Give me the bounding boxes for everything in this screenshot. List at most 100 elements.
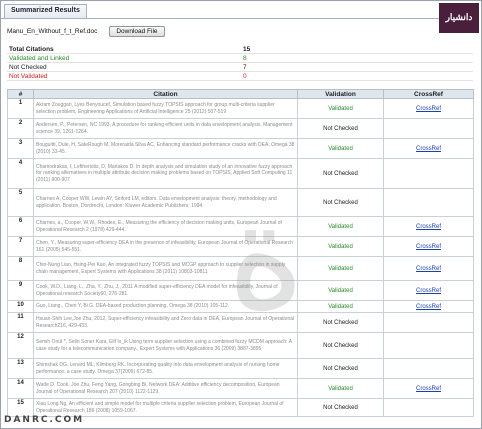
crossref-cell	[383, 398, 474, 417]
download-file-button[interactable]: Download File	[109, 25, 165, 37]
citation-number: 10	[7, 300, 34, 313]
citation-number: 7	[7, 236, 34, 257]
citation-number: 12	[7, 332, 34, 359]
summary-label: Validated and Linked	[7, 53, 241, 63]
citation-number: 5	[7, 188, 34, 217]
summary-value: 0	[241, 71, 473, 81]
table-row: 10 Guo, Liang., Chen Y, Bi G. DEA-based p…	[7, 300, 474, 313]
crossref-link[interactable]: CrossRef	[416, 266, 441, 272]
summary-row: Not Validated 0	[7, 71, 473, 81]
citation-number: 1	[7, 98, 34, 119]
crossref-cell	[383, 358, 474, 379]
validation-status: Validated	[297, 216, 384, 237]
summary-row: Not Checked 7	[7, 62, 473, 72]
citation-number: 2	[7, 118, 34, 139]
validation-status: Not Checked	[297, 158, 384, 189]
citation-text: Xiao Long Ng, An efficient and simple mo…	[33, 398, 298, 417]
citation-number: 13	[7, 358, 34, 379]
citation-text: Shimshak DG, Lenard ML, Klimberg RK. Inc…	[33, 358, 298, 379]
citations-table: # Citation Validation CrossRef 1 Akram Zo…	[7, 89, 474, 417]
citation-text: Chen, Y., Measuring super-efficiency DEA…	[33, 236, 298, 257]
crossref-cell	[383, 118, 474, 139]
table-row: 9 Cook, W.D., Liang, L., Zha, Y., Zhu, J.…	[7, 280, 474, 301]
citation-number: 11	[7, 312, 34, 333]
summary-value: 15	[241, 45, 473, 54]
table-row: 6 Charnes, a., Cooper, W.W., Rhodes, E., …	[7, 216, 474, 237]
validation-status: Validated	[297, 378, 384, 399]
citation-number: 3	[7, 138, 34, 159]
summary-row: Validated and Linked 8	[7, 53, 473, 63]
crossref-cell	[383, 332, 474, 359]
footer-brand: DANRC.COM	[4, 415, 85, 425]
citation-text: Charnes, a., Cooper, W.W., Rhodes, E., M…	[33, 216, 298, 237]
crossref-cell: CrossRef	[383, 256, 474, 281]
crossref-cell: CrossRef	[383, 138, 474, 159]
toolbar: Manu_En_Without_f_t_Ref.doc Download Fil…	[7, 25, 165, 37]
table-row: 11 Hsuan-Shih Lee,Joe Zhu, 2012, Super-ef…	[7, 312, 474, 333]
table-header-row: # Citation Validation CrossRef	[7, 89, 474, 99]
validation-status: Validated	[297, 138, 384, 159]
table-row: 8 Chin-Nung Liao, Hsing-Pei Kao, An integ…	[7, 256, 474, 281]
citations-body: 1 Akram Zouggari, Lyes Benyoucef, Simulat…	[7, 98, 474, 417]
column-header-citation: Citation	[33, 89, 298, 99]
citation-number: 8	[7, 256, 34, 281]
summary-value: 8	[241, 53, 473, 63]
validation-status: Not Checked	[297, 358, 384, 379]
citation-text: Bouguitti, Dule, H, SateRough M, Morerai…	[33, 138, 298, 159]
tab-summarized-results[interactable]: Summarized Results	[4, 4, 87, 18]
table-row: 2 Andersen, P., Petersen, NC 1993, A proc…	[7, 118, 474, 139]
citation-text: Guo, Liang., Chen Y, Bi G. DEA-based pro…	[33, 300, 298, 313]
table-row: 14 Wade D. Cook, Joe Zhu, Feng Yang, Gong…	[7, 378, 474, 399]
summary-row: Total Citations 15	[7, 45, 473, 54]
column-header-crossref: CrossRef	[383, 89, 474, 99]
summary-label: Total Citations	[7, 45, 241, 54]
crossref-link[interactable]: CrossRef	[416, 288, 441, 294]
table-row: 13 Shimshak DG, Lenard ML, Klimberg RK. I…	[7, 358, 474, 379]
validation-status: Not Checked	[297, 188, 384, 217]
file-name: Manu_En_Without_f_t_Ref.doc	[7, 27, 98, 35]
results-window: Summarized Results Manu_En_Without_f_t_R…	[0, 0, 482, 429]
validation-status: Validated	[297, 280, 384, 301]
validation-status: Validated	[297, 98, 384, 119]
crossref-link[interactable]: CrossRef	[416, 106, 441, 112]
citation-number: 9	[7, 280, 34, 301]
tab-divider	[1, 18, 441, 19]
table-row: 7 Chen, Y., Measuring super-efficiency DE…	[7, 236, 474, 257]
citation-text: Andersen, P., Petersen, NC 1993, A proce…	[33, 118, 298, 139]
crossref-link[interactable]: CrossRef	[416, 244, 441, 250]
validation-status: Validated	[297, 300, 384, 313]
citation-number: 15	[7, 398, 34, 417]
citation-text: Charnes A, Cooper WW, Lewin AY, Seiford …	[33, 188, 298, 217]
crossref-cell: CrossRef	[383, 300, 474, 313]
citation-number: 4	[7, 158, 34, 189]
crossref-cell: CrossRef	[383, 98, 474, 119]
citation-text: Cook, W.D., Liang, L., Zha, Y., Zhu, J.,…	[33, 280, 298, 301]
crossref-link[interactable]: CrossRef	[416, 304, 441, 310]
citation-number: 14	[7, 378, 34, 399]
table-row: 1 Akram Zouggari, Lyes Benyoucef, Simulat…	[7, 98, 474, 119]
table-row: 12 Semih Onüt *, Selin Soner Kara, Elif I…	[7, 332, 474, 359]
validation-status: Validated	[297, 256, 384, 281]
tab-title: Summarized Results	[11, 7, 80, 14]
crossref-cell: CrossRef	[383, 378, 474, 399]
crossref-cell: CrossRef	[383, 280, 474, 301]
citation-number: 6	[7, 216, 34, 237]
crossref-cell	[383, 188, 474, 217]
crossref-cell: CrossRef	[383, 216, 474, 237]
column-header-number: #	[7, 89, 34, 99]
summary-value: 7	[241, 62, 473, 72]
crossref-link[interactable]: CrossRef	[416, 224, 441, 230]
citation-text: Chin-Nung Liao, Hsing-Pei Kao, An integr…	[33, 256, 298, 281]
citation-text: Semih Onüt *, Selin Soner Kara, Elif Is_…	[33, 332, 298, 359]
table-row: 4 Chamodrakas, I, Leftheriotis, D, Martak…	[7, 158, 474, 189]
crossref-link[interactable]: CrossRef	[416, 386, 441, 392]
citation-text: Hsuan-Shih Lee,Joe Zhu, 2012, Super-effi…	[33, 312, 298, 333]
validation-status: Not Checked	[297, 312, 384, 333]
citation-text: Chamodrakas, I, Leftheriotis, D, Martako…	[33, 158, 298, 189]
table-row: 3 Bouguitti, Dule, H, SateRough M, Morera…	[7, 138, 474, 159]
crossref-link[interactable]: CrossRef	[416, 146, 441, 152]
crossref-cell	[383, 158, 474, 189]
crossref-cell	[383, 312, 474, 333]
validation-status: Not Checked	[297, 332, 384, 359]
table-row: 15 Xiao Long Ng, An efficient and simple …	[7, 398, 474, 417]
